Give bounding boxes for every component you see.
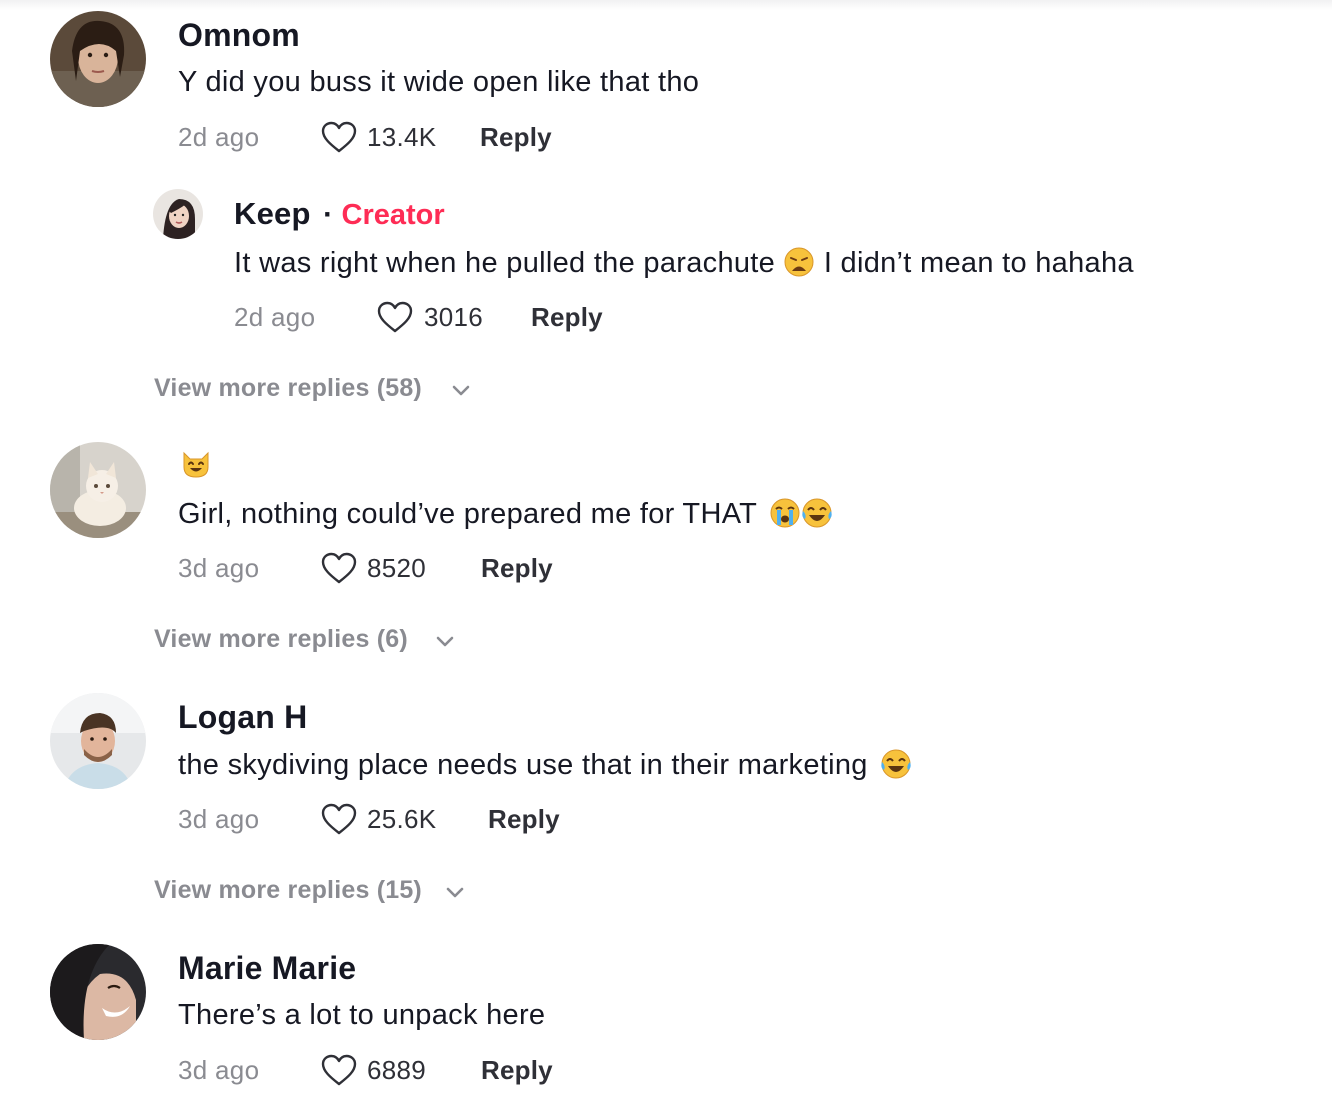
comment-timestamp: 3d ago bbox=[178, 804, 260, 834]
reply-header: Keep · Creator bbox=[234, 196, 445, 232]
comment-text-content: Girl, nothing could’ve prepared me for T… bbox=[178, 498, 757, 530]
comment-text: Girl, nothing could’ve prepared me for T… bbox=[178, 497, 833, 531]
comment-text: the skydiving place needs use that in th… bbox=[178, 748, 912, 782]
smiling-cat-emoji[interactable] bbox=[180, 447, 212, 479]
comment-text-content: the skydiving place needs use that in th… bbox=[178, 749, 868, 781]
reply-button[interactable]: Reply bbox=[488, 804, 560, 835]
comment-timestamp: 3d ago bbox=[178, 553, 260, 583]
comment-text: Y did you buss it wide open like that th… bbox=[178, 66, 700, 98]
like-count: 13.4K bbox=[367, 122, 437, 152]
tears-of-joy-emoji bbox=[801, 497, 833, 529]
heart-outline-icon[interactable] bbox=[320, 802, 358, 836]
reply-button[interactable]: Reply bbox=[531, 302, 603, 333]
chevron-down-icon[interactable] bbox=[435, 635, 455, 649]
heart-outline-icon[interactable] bbox=[320, 1053, 358, 1087]
like-count: 25.6K bbox=[367, 804, 437, 834]
comment-username[interactable]: Omnom bbox=[178, 17, 300, 54]
top-edge-shadow bbox=[0, 0, 1332, 10]
reply-button[interactable]: Reply bbox=[481, 1055, 553, 1086]
reply-button[interactable]: Reply bbox=[481, 553, 553, 584]
view-more-replies[interactable]: View more replies (15) bbox=[154, 876, 422, 905]
creator-badge: Creator bbox=[341, 199, 445, 231]
comment-username[interactable]: Logan H bbox=[178, 699, 307, 736]
chevron-down-icon[interactable] bbox=[445, 886, 465, 900]
comment-username[interactable]: Marie Marie bbox=[178, 950, 356, 987]
heart-outline-icon[interactable] bbox=[320, 551, 358, 585]
weary-face-emoji bbox=[783, 246, 815, 278]
avatar[interactable] bbox=[153, 189, 203, 239]
view-more-replies[interactable]: View more replies (6) bbox=[154, 625, 408, 654]
comment-timestamp: 3d ago bbox=[178, 1055, 260, 1085]
comment-text: There’s a lot to unpack here bbox=[178, 999, 546, 1031]
heart-outline-icon[interactable] bbox=[320, 120, 358, 154]
reply-timestamp: 2d ago bbox=[234, 302, 316, 332]
like-count: 8520 bbox=[367, 553, 427, 583]
tears-of-joy-emoji bbox=[880, 748, 912, 780]
heart-outline-icon[interactable] bbox=[376, 300, 414, 334]
avatar[interactable] bbox=[50, 442, 146, 538]
separator-dot: · bbox=[323, 198, 334, 231]
loudly-crying-face-emoji bbox=[769, 497, 801, 529]
avatar[interactable] bbox=[50, 11, 146, 107]
reply-button[interactable]: Reply bbox=[480, 122, 552, 153]
reply-text-end: I didn’t mean to hahaha bbox=[823, 247, 1134, 279]
reply-text-start: It was right when he pulled the parachut… bbox=[234, 247, 776, 279]
like-count: 3016 bbox=[424, 302, 484, 332]
like-count: 6889 bbox=[367, 1055, 427, 1085]
view-more-replies[interactable]: View more replies (58) bbox=[154, 374, 422, 403]
chevron-down-icon[interactable] bbox=[451, 384, 471, 398]
reply-username[interactable]: Keep bbox=[234, 196, 311, 231]
comment-timestamp: 2d ago bbox=[178, 122, 260, 152]
reply-text: It was right when he pulled the parachut… bbox=[234, 246, 1134, 280]
avatar[interactable] bbox=[50, 944, 146, 1040]
avatar[interactable] bbox=[50, 693, 146, 789]
